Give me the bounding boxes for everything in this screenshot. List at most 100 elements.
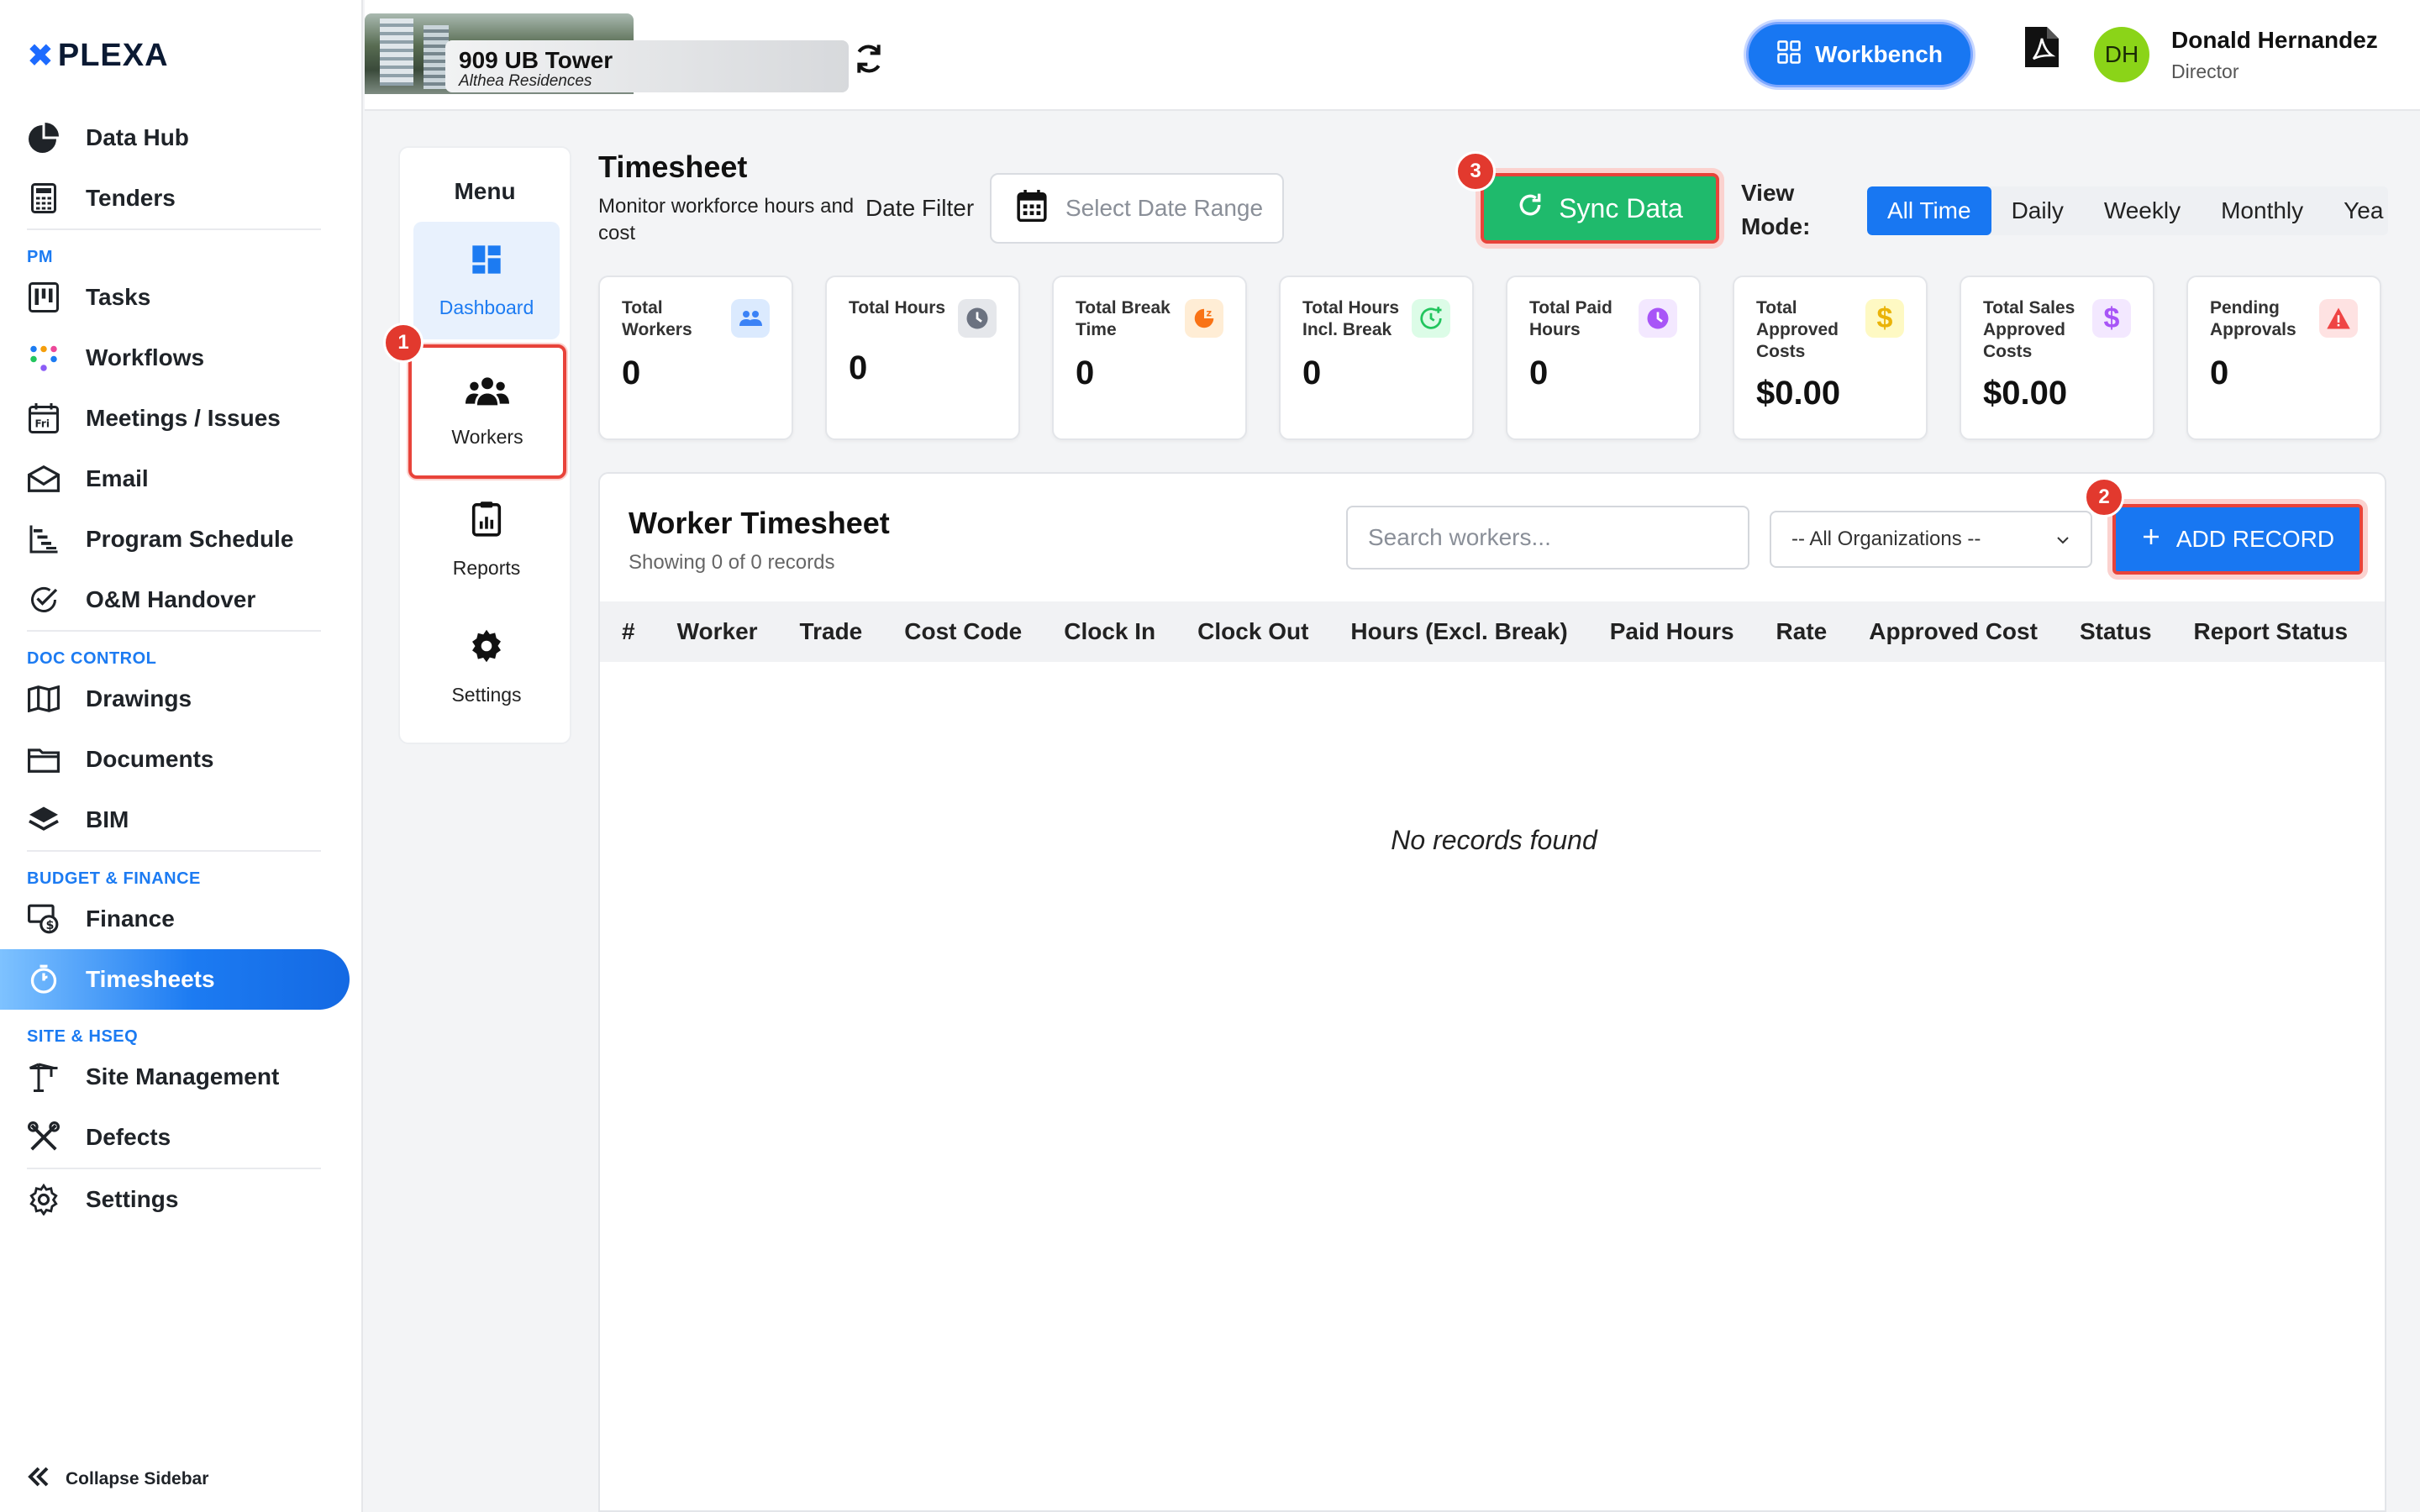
sidebar-item-meetings[interactable]: Fri Meetings / Issues [0,388,363,449]
menu-item-label: Workers [451,425,523,448]
avatar[interactable]: DH [2094,27,2149,82]
column-header-trade[interactable]: Trade [778,618,883,645]
gear-icon [27,1183,60,1216]
column-header-worker[interactable]: Worker [655,618,778,645]
sidebar-item-timesheets[interactable]: Timesheets [0,949,350,1010]
sync-data-button[interactable]: Sync Data [1481,173,1719,244]
collapse-sidebar-button[interactable]: Collapse Sidebar [27,1467,208,1492]
page-subtitle: Monitor workforce hours and cost [598,195,855,244]
pdf-icon[interactable] [2023,25,2060,69]
column-header-clock-in[interactable]: Clock In [1042,618,1176,645]
column-header-clock-out[interactable]: Clock Out [1176,618,1328,645]
sidebar-item-site-management[interactable]: Site Management [0,1047,363,1107]
stat-label: Total Hours [849,298,946,318]
sidebar-item-settings[interactable]: Settings [0,1169,363,1230]
svg-text:$: $ [46,919,55,932]
organization-select[interactable]: -- All Organizations -- [1770,511,2092,568]
sidebar-section-doc-control: DOC CONTROL [27,649,157,668]
sidebar-item-finance[interactable]: $ Finance [0,889,363,949]
date-range-input[interactable]: Select Date Range [990,173,1284,244]
add-record-button[interactable]: ADD RECORD [2112,504,2363,575]
sidebar-item-tenders[interactable]: Tenders [0,168,363,228]
sidebar-item-email[interactable]: Email [0,449,363,509]
user-name: Donald Hernandez [2171,27,2378,53]
records-count: Showing 0 of 0 records [629,551,835,574]
tools-icon [27,1121,60,1154]
menu-item-settings[interactable]: Settings [413,608,560,726]
stat-label: Total Approved Costs [1756,298,1839,361]
worker-timesheet-title: Worker Timesheet [629,506,890,540]
column-header-approved-cost[interactable]: Approved Cost [1847,618,2058,645]
stat-card-total-paid-hours: Total Paid Hours 0 [1506,276,1701,440]
sidebar-item-label: Data Hub [86,124,189,150]
stat-label: Total Paid Hours [1529,298,1612,339]
sidebar-section-site-hseq: SITE & HSEQ [27,1027,139,1046]
sidebar-item-program-schedule[interactable]: Program Schedule [0,509,363,570]
workbench-button[interactable]: Workbench [1746,22,1973,87]
view-mode-yearly[interactable]: Yea [2323,186,2388,235]
gantt-icon [27,522,60,556]
sidebar-item-om-handover[interactable]: O&M Handover [0,570,363,630]
view-mode-weekly[interactable]: Weekly [2084,186,2201,235]
menu-item-dashboard[interactable]: Dashboard [413,222,560,339]
sidebar-item-label: Tenders [86,185,176,211]
column-header-paid-hours[interactable]: Paid Hours [1588,618,1754,645]
sidebar-item-defects[interactable]: Defects [0,1107,363,1168]
menu-item-workers[interactable]: Workers [408,344,566,479]
project-subtitle: Althea Residences [459,72,592,90]
plexa-logo[interactable]: ✖ PLEXA [27,37,169,75]
clipboard-icon [471,500,502,542]
view-mode-daily[interactable]: Daily [1991,186,2084,235]
column-header-rate[interactable]: Rate [1754,618,1848,645]
column-header-index[interactable]: # [600,618,655,645]
column-header-actions[interactable]: A [2368,618,2385,645]
gear-icon [469,628,504,669]
stat-card-total-hours-incl-break: Total Hours Incl. Break 0 [1279,276,1474,440]
stat-label: Pending Approvals [2210,298,2296,339]
svg-text:Fri: Fri [35,418,50,430]
add-record-label: ADD RECORD [2175,526,2335,552]
view-mode-all-time[interactable]: All Time [1867,186,1991,235]
sidebar-section-budget-finance: BUDGET & FINANCE [27,869,201,888]
column-header-report-status[interactable]: Report Status [2172,618,2369,645]
grid-icon [1776,39,1802,71]
menu-item-label: Reports [452,556,521,579]
users-icon [466,375,509,411]
project-name: 909 UB Tower [459,47,613,73]
sidebar-section-pm: PM [27,248,53,266]
column-header-status[interactable]: Status [2058,618,2172,645]
sidebar-item-workflows[interactable]: Workflows [0,328,363,388]
menu-item-label: Dashboard [439,296,534,318]
stopwatch-icon [27,963,60,996]
project-selector[interactable]: 909 UB Tower Althea Residences [365,13,849,94]
date-filter-label: Date Filter [865,195,975,221]
refresh-project-icon[interactable] [852,42,886,76]
workbench-label: Workbench [1815,41,1943,67]
sidebar-item-label: Settings [86,1186,179,1212]
map-icon [27,682,60,716]
calendar-icon [1017,189,1047,228]
sidebar-item-label: Timesheets [86,966,215,992]
workflow-icon [27,341,60,375]
stat-label: Total Workers [622,298,692,339]
column-header-hours-excl-break[interactable]: Hours (Excl. Break) [1328,618,1587,645]
topbar: 909 UB Tower Althea Residences Workbench… [365,0,2420,111]
view-mode-monthly[interactable]: Monthly [2201,186,2323,235]
sidebar-nav: Data Hub Tenders PM Tasks Workflows Fri … [0,108,363,1230]
crane-icon [27,1060,60,1094]
sidebar-item-data-hub[interactable]: Data Hub [0,108,363,168]
dollar-icon: $ [2092,299,2131,338]
sidebar-item-tasks[interactable]: Tasks [0,267,363,328]
sidebar: ✖ PLEXA Data Hub Tenders PM Tasks Workfl… [0,0,363,1512]
sidebar-item-documents[interactable]: Documents [0,729,363,790]
sidebar-item-drawings[interactable]: Drawings [0,669,363,729]
column-header-cost-code[interactable]: Cost Code [882,618,1042,645]
stat-card-total-approved-costs: Total Approved Costs $ $0.00 [1733,276,1928,440]
sidebar-item-label: Workflows [86,344,205,370]
table-header: # Worker Trade Cost Code Clock In Clock … [600,601,2385,662]
svg-text:z: z [1207,308,1213,319]
search-workers-input[interactable] [1346,506,1749,570]
menu-item-reports[interactable]: Reports [413,480,560,598]
money-icon: $ [27,902,60,936]
sidebar-item-bim[interactable]: BIM [0,790,363,850]
